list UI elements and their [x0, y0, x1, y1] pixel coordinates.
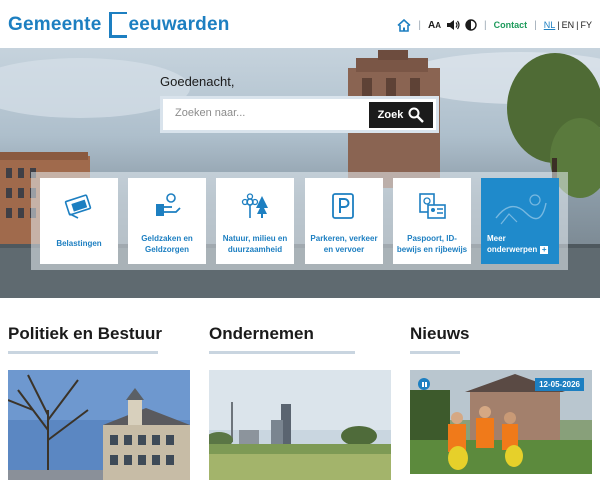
tile-label: Natuur, milieu en duurzaamheid — [222, 234, 288, 254]
section-underline — [209, 351, 355, 354]
tile-meer-onderwerpen[interactable]: Meer onderwerpen + — [481, 178, 559, 264]
site-header: Gemeente eeuwarden | AA | Contact | NL |… — [0, 0, 600, 48]
money-hands-icon — [152, 189, 182, 223]
section-title-ondernemen[interactable]: Ondernemen — [209, 324, 314, 344]
tax-money-icon — [64, 189, 94, 223]
lang-nl[interactable]: NL — [544, 20, 556, 30]
search-bar: Zoeken naar... Zoek — [160, 96, 439, 133]
passport-id-icon — [417, 189, 447, 223]
logo-l-mark — [107, 10, 128, 40]
news-date-badge: 12-05-2026 — [535, 378, 584, 391]
decorative-sketch-icon — [495, 194, 547, 225]
read-aloud-icon[interactable] — [446, 19, 460, 31]
tile-geldzaken[interactable]: Geldzaken en Geldzorgen — [128, 178, 206, 264]
more-topics-label: Meer onderwerpen + — [487, 234, 549, 254]
logo-text-prefix: Gemeente — [8, 14, 102, 35]
hero-banner: Goedenacht, Zoeken naar... Zoek Belastin… — [0, 48, 600, 298]
tile-label: Geldzaken en Geldzorgen — [141, 234, 193, 254]
tile-parkeren[interactable]: Parkeren, verkeer en vervoer — [305, 178, 383, 264]
section-underline — [8, 351, 158, 354]
ondernemen-image[interactable] — [209, 370, 391, 480]
flower-tree-icon — [239, 189, 271, 223]
logo-text-suffix: eeuwarden — [128, 14, 230, 35]
divider: | — [484, 19, 487, 31]
politiek-image[interactable] — [8, 370, 190, 480]
tile-natuur[interactable]: Natuur, milieu en duurzaamheid — [216, 178, 294, 264]
parking-icon — [331, 189, 357, 223]
lang-en[interactable]: EN — [562, 20, 575, 30]
tile-belastingen[interactable]: Belastingen — [40, 178, 118, 264]
text-size-icon[interactable]: AA — [428, 20, 441, 31]
gemeente-leeuwarden-logo[interactable]: Gemeente eeuwarden — [8, 8, 230, 42]
contact-link[interactable]: Contact — [494, 20, 528, 30]
header-tools: | AA | Contact | NL | EN | FY — [397, 16, 592, 34]
section-underline — [410, 351, 460, 354]
section-title-politiek[interactable]: Politiek en Bestuur — [8, 324, 162, 344]
plus-icon: + — [540, 245, 549, 254]
search-icon — [408, 107, 425, 123]
contrast-icon[interactable] — [465, 19, 477, 31]
home-icon[interactable] — [397, 18, 411, 32]
tile-paspoort[interactable]: Paspoort, ID-bewijs en rijbewijs — [393, 178, 471, 264]
divider: | — [418, 19, 422, 31]
section-title-nieuws[interactable]: Nieuws — [410, 324, 470, 344]
tile-label: Parkeren, verkeer en vervoer — [310, 234, 378, 254]
nieuws-image[interactable]: 12-05-2026 — [410, 370, 592, 480]
search-button[interactable]: Zoek — [369, 102, 433, 128]
tile-label: Belastingen — [56, 239, 102, 249]
pause-icon[interactable] — [418, 378, 430, 390]
lang-fy[interactable]: FY — [580, 20, 592, 30]
search-button-label: Zoek — [377, 109, 404, 121]
divider: | — [534, 19, 537, 31]
tile-label: Paspoort, ID-bewijs en rijbewijs — [396, 234, 468, 254]
search-input[interactable]: Zoeken naar... — [175, 107, 245, 119]
greeting-text: Goedenacht, — [160, 74, 235, 89]
